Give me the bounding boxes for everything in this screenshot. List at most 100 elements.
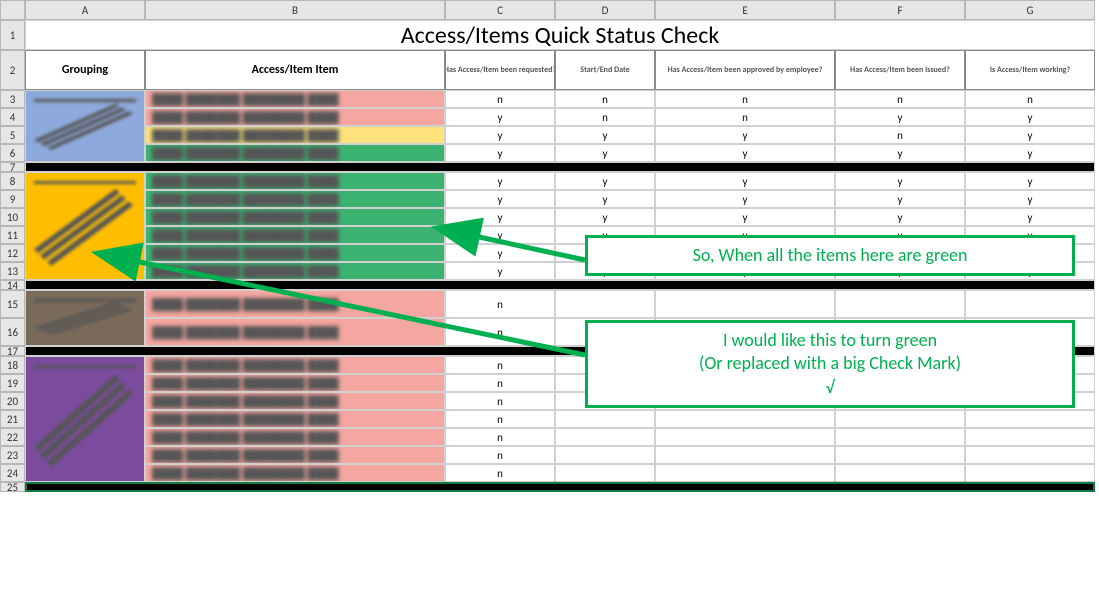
item-cell-r10[interactable]: ████ ███████ ████████ ████ [145, 208, 445, 226]
row-header-7[interactable]: 7 [0, 162, 25, 172]
data-cell-r21-c3[interactable]: n [445, 410, 555, 428]
data-cell-r9-c5[interactable]: y [655, 190, 835, 208]
data-cell-r5-c7[interactable]: y [965, 126, 1095, 144]
column-header-A[interactable]: A [25, 0, 145, 20]
data-cell-r3-c7[interactable]: n [965, 90, 1095, 108]
data-cell-r21-c6[interactable] [835, 410, 965, 428]
data-cell-r9-c6[interactable]: y [835, 190, 965, 208]
row-header-13[interactable]: 13 [0, 262, 25, 280]
data-cell-r18-c3[interactable]: n [445, 356, 555, 374]
data-cell-r5-c6[interactable]: n [835, 126, 965, 144]
row-header-15[interactable]: 15 [0, 290, 25, 318]
column-header-C[interactable]: C [445, 0, 555, 20]
data-cell-r10-c4[interactable]: y [555, 208, 655, 226]
item-cell-r16[interactable]: ████ ███████ ████████ ████ [145, 318, 445, 346]
data-cell-r23-c7[interactable] [965, 446, 1095, 464]
row-header-21[interactable]: 21 [0, 410, 25, 428]
group-cell-brown[interactable] [25, 290, 145, 346]
data-cell-r6-c5[interactable]: y [655, 144, 835, 162]
row-header-3[interactable]: 3 [0, 90, 25, 108]
row-header-19[interactable]: 19 [0, 374, 25, 392]
data-cell-r22-c5[interactable] [655, 428, 835, 446]
column-header-D[interactable]: D [555, 0, 655, 20]
item-cell-r20[interactable]: ████ ███████ ████████ ████ [145, 392, 445, 410]
data-cell-r23-c6[interactable] [835, 446, 965, 464]
data-cell-r24-c7[interactable] [965, 464, 1095, 482]
item-cell-r15[interactable]: ████ ███████ ████████ ████ [145, 290, 445, 318]
data-cell-r15-c4[interactable] [555, 290, 655, 318]
data-cell-r22-c6[interactable] [835, 428, 965, 446]
data-cell-r11-c3[interactable]: y [445, 226, 555, 244]
data-cell-r22-c3[interactable]: n [445, 428, 555, 446]
data-cell-r3-c4[interactable]: n [555, 90, 655, 108]
data-cell-r21-c5[interactable] [655, 410, 835, 428]
data-cell-r23-c3[interactable]: n [445, 446, 555, 464]
data-cell-r15-c3[interactable]: n [445, 290, 555, 318]
column-header-E[interactable]: E [655, 0, 835, 20]
row-header-6[interactable]: 6 [0, 144, 25, 162]
data-cell-r8-c4[interactable]: y [555, 172, 655, 190]
data-cell-r24-c5[interactable] [655, 464, 835, 482]
data-cell-r19-c3[interactable]: n [445, 374, 555, 392]
data-cell-r12-c3[interactable]: y [445, 244, 555, 262]
item-cell-r13[interactable]: ████ ███████ ████████ ████ [145, 262, 445, 280]
row-header-16[interactable]: 16 [0, 318, 25, 346]
data-cell-r23-c5[interactable] [655, 446, 835, 464]
data-cell-r22-c4[interactable] [555, 428, 655, 446]
data-cell-r20-c3[interactable]: n [445, 392, 555, 410]
data-cell-r3-c3[interactable]: n [445, 90, 555, 108]
data-cell-r4-c5[interactable]: n [655, 108, 835, 126]
row-header-4[interactable]: 4 [0, 108, 25, 126]
data-cell-r10-c6[interactable]: y [835, 208, 965, 226]
data-cell-r4-c3[interactable]: y [445, 108, 555, 126]
column-header-F[interactable]: F [835, 0, 965, 20]
data-cell-r4-c7[interactable]: y [965, 108, 1095, 126]
row-header-10[interactable]: 10 [0, 208, 25, 226]
column-header-G[interactable]: G [965, 0, 1095, 20]
item-cell-r22[interactable]: ████ ███████ ████████ ████ [145, 428, 445, 446]
data-cell-r16-c3[interactable]: n [445, 318, 555, 346]
row-header-24[interactable]: 24 [0, 464, 25, 482]
data-cell-r3-c5[interactable]: n [655, 90, 835, 108]
data-cell-r24-c3[interactable]: n [445, 464, 555, 482]
row-header-14[interactable]: 14 [0, 280, 25, 290]
row-header-22[interactable]: 22 [0, 428, 25, 446]
item-cell-r9[interactable]: ████ ███████ ████████ ████ [145, 190, 445, 208]
data-cell-r6-c3[interactable]: y [445, 144, 555, 162]
item-cell-r12[interactable]: ████ ███████ ████████ ████ [145, 244, 445, 262]
data-cell-r24-c4[interactable] [555, 464, 655, 482]
data-cell-r5-c4[interactable]: y [555, 126, 655, 144]
item-cell-r19[interactable]: ████ ███████ ████████ ████ [145, 374, 445, 392]
data-cell-r6-c7[interactable]: y [965, 144, 1095, 162]
item-cell-r3[interactable]: ████ ███████ ████████ ████ [145, 90, 445, 108]
data-cell-r9-c7[interactable]: y [965, 190, 1095, 208]
data-cell-r8-c7[interactable]: y [965, 172, 1095, 190]
row-header-12[interactable]: 12 [0, 244, 25, 262]
data-cell-r8-c5[interactable]: y [655, 172, 835, 190]
data-cell-r9-c4[interactable]: y [555, 190, 655, 208]
item-cell-r11[interactable]: ████ ███████ ████████ ████ [145, 226, 445, 244]
item-cell-r6[interactable]: ████ ███████ ████████ ████ [145, 144, 445, 162]
data-cell-r6-c4[interactable]: y [555, 144, 655, 162]
row-header-11[interactable]: 11 [0, 226, 25, 244]
row-header-1[interactable]: 1 [0, 20, 25, 50]
row-header-5[interactable]: 5 [0, 126, 25, 144]
data-cell-r15-c7[interactable] [965, 290, 1095, 318]
data-cell-r3-c6[interactable]: n [835, 90, 965, 108]
data-cell-r8-c3[interactable]: y [445, 172, 555, 190]
column-header-B[interactable]: B [145, 0, 445, 20]
item-cell-r4[interactable]: ████ ███████ ████████ ████ [145, 108, 445, 126]
data-cell-r5-c3[interactable]: y [445, 126, 555, 144]
data-cell-r13-c3[interactable]: y [445, 262, 555, 280]
data-cell-r8-c6[interactable]: y [835, 172, 965, 190]
data-cell-r23-c4[interactable] [555, 446, 655, 464]
row-header-18[interactable]: 18 [0, 356, 25, 374]
item-cell-r21[interactable]: ████ ███████ ████████ ████ [145, 410, 445, 428]
data-cell-r15-c6[interactable] [835, 290, 965, 318]
row-header-9[interactable]: 9 [0, 190, 25, 208]
group-cell-purple[interactable] [25, 356, 145, 482]
data-cell-r21-c4[interactable] [555, 410, 655, 428]
data-cell-r9-c3[interactable]: y [445, 190, 555, 208]
data-cell-r15-c5[interactable] [655, 290, 835, 318]
item-cell-r18[interactable]: ████ ███████ ████████ ████ [145, 356, 445, 374]
